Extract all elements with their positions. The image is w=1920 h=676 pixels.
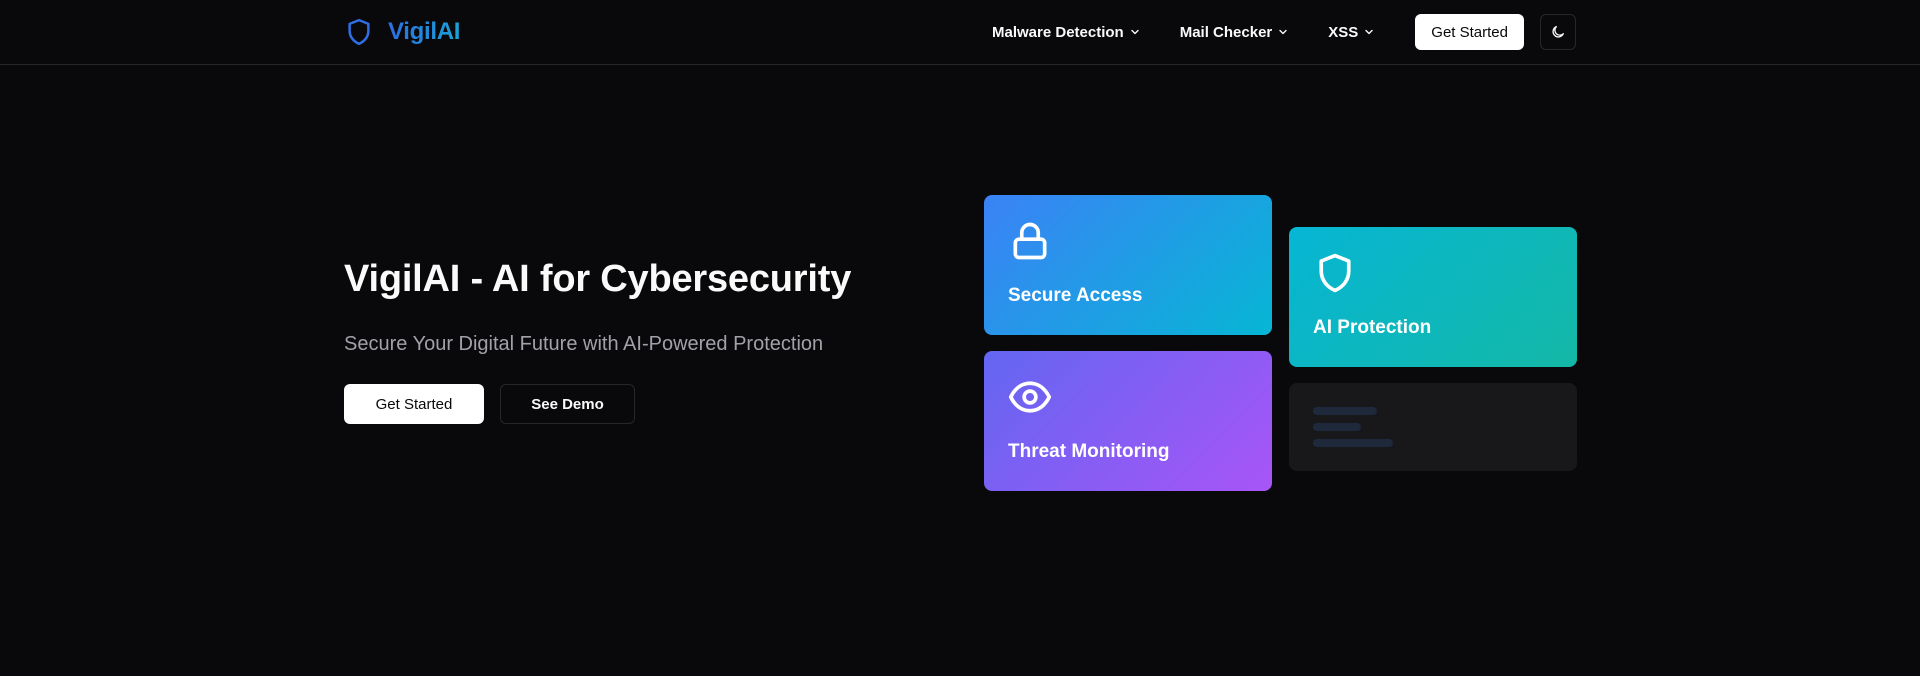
shield-icon xyxy=(348,18,370,46)
card-threat-monitoring[interactable]: Threat Monitoring xyxy=(984,351,1272,491)
card-ai-protection-label: AI Protection xyxy=(1313,317,1432,338)
chevron-down-icon xyxy=(1365,29,1373,35)
skeleton-line xyxy=(1313,407,1377,415)
lock-icon xyxy=(1013,222,1047,260)
main-nav: Malware Detection Mail Checker XSS Get S… xyxy=(984,14,1576,50)
nav-xss[interactable]: XSS xyxy=(1320,14,1382,50)
logo-text: VigilAI xyxy=(388,18,461,45)
shield-icon xyxy=(1319,253,1351,293)
hero-get-started-button[interactable]: Get Started xyxy=(344,384,484,424)
nav-xss-label: XSS xyxy=(1328,23,1359,41)
logo[interactable]: VigilAI xyxy=(344,15,460,49)
placeholder-card xyxy=(1289,383,1577,471)
nav-malware-detection-label: Malware Detection xyxy=(992,23,1124,41)
nav-mail-checker-label: Mail Checker xyxy=(1179,23,1273,41)
card-secure-access[interactable]: Secure Access xyxy=(984,195,1272,335)
chevron-down-icon xyxy=(1279,29,1287,35)
card-ai-protection[interactable]: AI Protection xyxy=(1289,227,1577,367)
theme-toggle-button[interactable] xyxy=(1540,14,1576,50)
eye-icon xyxy=(1008,381,1052,413)
site-header: VigilAI Malware Detection Mail Checker X… xyxy=(0,0,1920,65)
nav-malware-detection[interactable]: Malware Detection xyxy=(984,14,1148,50)
chevron-down-icon xyxy=(1131,29,1139,35)
skeleton-line xyxy=(1313,439,1393,447)
skeleton-line xyxy=(1313,423,1361,431)
hero-title: VigilAI - AI for Cybersecurity xyxy=(344,258,852,300)
header-get-started-button[interactable]: Get Started xyxy=(1415,14,1524,50)
moon-icon xyxy=(1552,26,1564,38)
card-threat-monitoring-label: Threat Monitoring xyxy=(1008,441,1170,462)
hero-subtitle: Secure Your Digital Future with AI-Power… xyxy=(344,333,824,355)
nav-mail-checker[interactable]: Mail Checker xyxy=(1172,14,1297,50)
see-demo-button[interactable]: See Demo xyxy=(500,384,635,424)
card-secure-access-label: Secure Access xyxy=(1008,285,1143,306)
